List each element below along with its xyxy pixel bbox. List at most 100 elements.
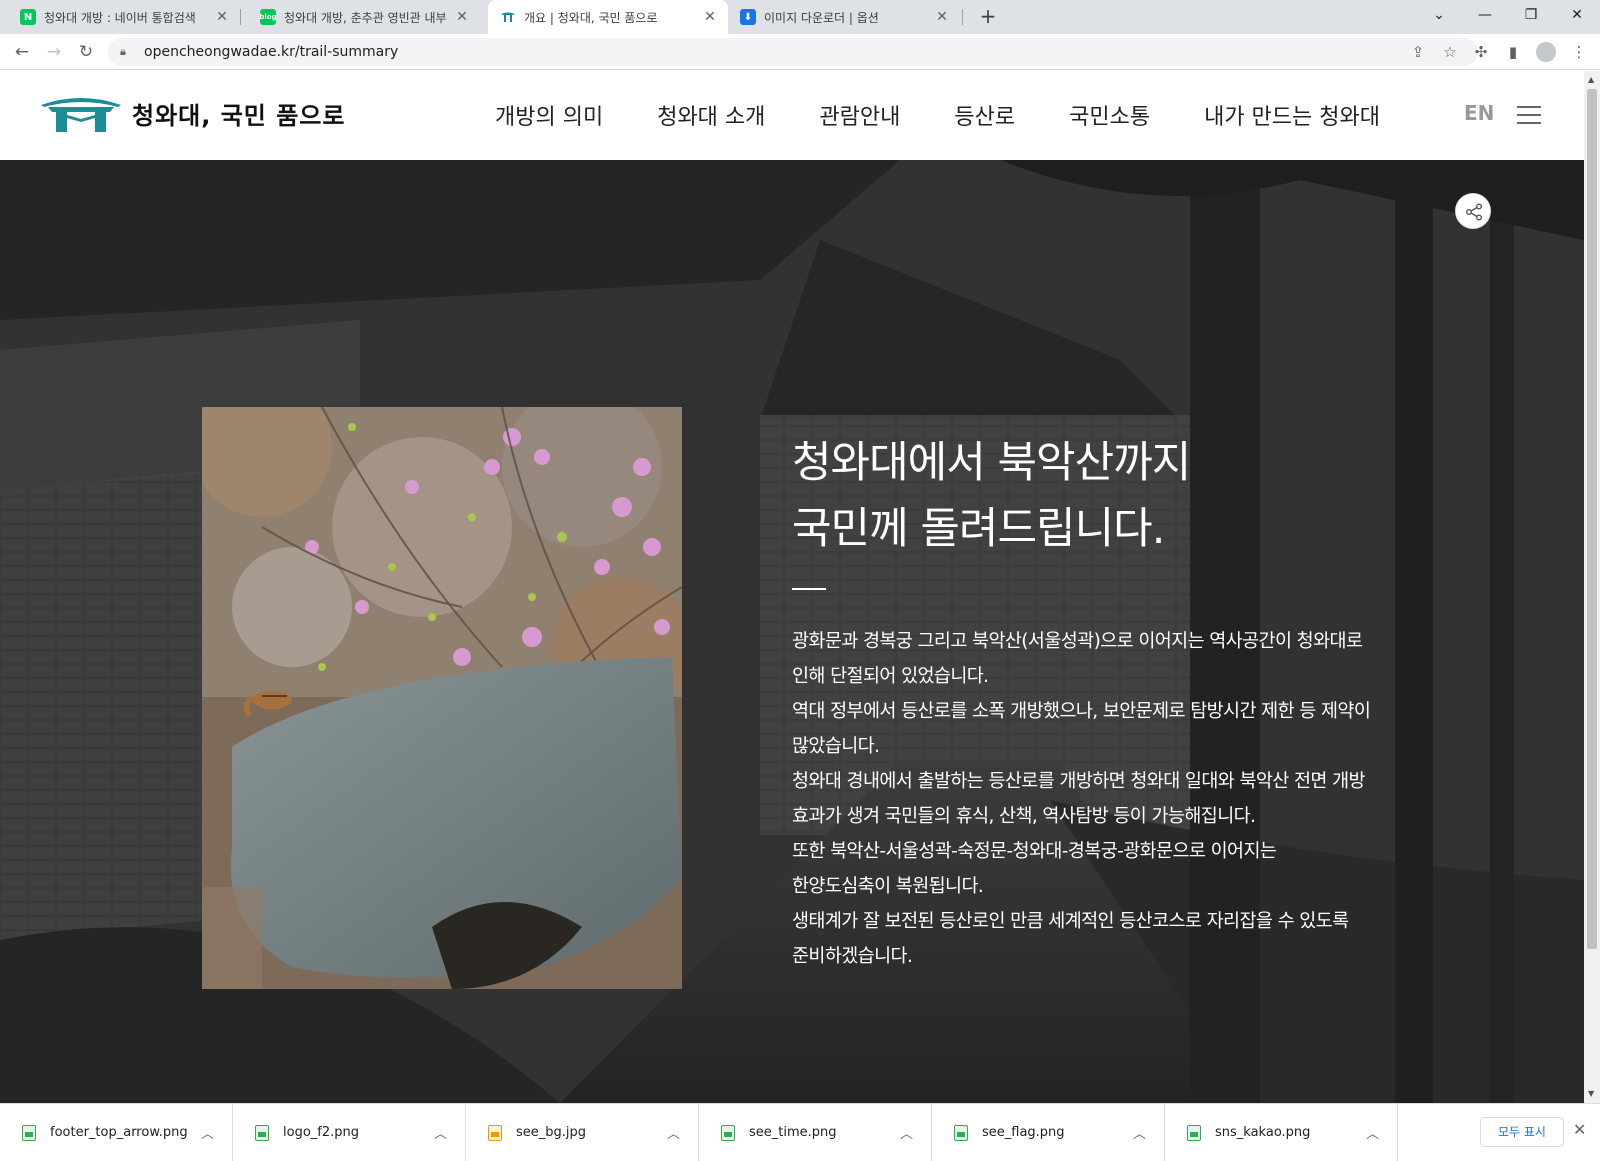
address-bar[interactable]: 🔒︎ opencheongwadae.kr/trail-summary ⇪ ☆ <box>108 38 1478 66</box>
hero-title: 청와대에서 북악산까지 국민께 돌려드립니다. <box>792 430 1392 562</box>
logo-text: 청와대, 국민 품으로 <box>132 101 346 130</box>
hero-text-line: 인해 단절되어 있었습니다. <box>792 666 989 687</box>
nav-item-trail[interactable]: 등산로 <box>954 99 1015 131</box>
download-icon: ⬇ <box>740 9 756 25</box>
hero-text-line: 한양도심축이 복원됩니다. <box>792 876 984 897</box>
download-item[interactable]: see_flag.png ︿ <box>932 1104 1165 1161</box>
browser-tab-strip: N 청와대 개방 : 네이버 통합검색 ✕ blog 청와대 개방, 춘추관 영… <box>0 0 1600 34</box>
share-page-icon[interactable]: ⇪ <box>1408 42 1428 62</box>
tab-naver-blog[interactable]: blog 청와대 개방, 춘추관 영빈관 내부 ✕ <box>248 0 480 34</box>
share-icon <box>1465 203 1483 221</box>
nav-item-my-cheongwadae[interactable]: 내가 만드는 청와대 <box>1204 99 1380 131</box>
hero-section: 청와대에서 북악산까지 국민께 돌려드립니다. 광화문과 경복궁 그리고 북악산… <box>0 160 1584 1103</box>
hero-description: 광화문과 경복궁 그리고 북악산(서울성곽)으로 이어지는 역사공간이 청와대로… <box>792 624 1392 974</box>
close-icon[interactable]: ✕ <box>454 9 470 25</box>
hamburger-menu-icon[interactable] <box>1517 106 1541 124</box>
download-item[interactable]: see_bg.jpg ︿ <box>466 1104 699 1161</box>
hero-copy: 청와대에서 북악산까지 국민께 돌려드립니다. 광화문과 경복궁 그리고 북악산… <box>792 430 1392 974</box>
download-item[interactable]: sns_kakao.png ︿ <box>1165 1104 1398 1161</box>
restore-button[interactable]: ❐ <box>1508 0 1554 30</box>
tab-search-chevron-icon[interactable]: ⌄ <box>1416 0 1462 30</box>
tab-image-downloader[interactable]: ⬇ 이미지 다운로더 | 옵션 ✕ <box>728 0 960 34</box>
chevron-up-icon[interactable]: ︿ <box>1366 1123 1379 1142</box>
hero-text-line: 광화문과 경복궁 그리고 북악산(서울성곽)으로 이어지는 역사공간이 청와대로 <box>792 631 1363 652</box>
hero-text-line: 역대 정부에서 등산로를 소폭 개방했으나, 보안문제로 탐방시간 제한 등 제… <box>792 701 1371 722</box>
chipmunk-on-rock-photo <box>202 407 682 989</box>
minimize-button[interactable]: — <box>1462 0 1508 30</box>
naver-blog-icon: blog <box>259 9 277 25</box>
chevron-up-icon[interactable]: ︿ <box>434 1123 447 1142</box>
nav-item-communication[interactable]: 국민소통 <box>1069 99 1150 131</box>
tab-title: 이미지 다운로더 | 옵션 <box>764 10 879 25</box>
close-icon[interactable]: ✕ <box>214 9 230 25</box>
cheongwadae-icon <box>500 9 516 25</box>
profile-avatar-icon[interactable] <box>1536 42 1556 62</box>
url-text[interactable]: opencheongwadae.kr/trail-summary <box>144 44 398 60</box>
main-navigation: 개방의 의미 청와대 소개 관람안내 등산로 국민소통 내가 만드는 청와대 <box>495 99 1434 131</box>
forward-arrow-icon[interactable]: → <box>42 40 66 64</box>
tab-separator <box>240 9 241 25</box>
close-icon[interactable]: ✕ <box>702 9 718 25</box>
lock-icon[interactable]: 🔒︎ <box>120 45 138 59</box>
hero-title-line-1: 청와대에서 북악산까지 <box>792 438 1191 488</box>
nav-item-visit-guide[interactable]: 관람안내 <box>819 99 900 131</box>
chevron-up-icon[interactable]: ︿ <box>667 1123 680 1142</box>
download-item[interactable]: see_time.png ︿ <box>699 1104 932 1161</box>
reload-icon[interactable]: ↻ <box>74 40 98 64</box>
nav-item-meaning[interactable]: 개방의 의미 <box>495 99 603 131</box>
share-button[interactable] <box>1455 193 1491 229</box>
download-filename: logo_f2.png <box>283 1125 359 1140</box>
download-filename: see_bg.jpg <box>516 1125 587 1140</box>
download-bar: footer_top_arrow.png ︿ logo_f2.png ︿ see… <box>0 1103 1600 1161</box>
tab-naver-search[interactable]: N 청와대 개방 : 네이버 통합검색 ✕ <box>8 0 240 34</box>
extensions-puzzle-icon[interactable]: ✣ <box>1470 41 1492 63</box>
nav-item-about[interactable]: 청와대 소개 <box>657 99 765 131</box>
cheongwadae-logo-icon <box>41 98 121 132</box>
png-file-icon <box>721 1124 735 1141</box>
close-icon[interactable]: ✕ <box>934 9 950 25</box>
chevron-up-icon[interactable]: ︿ <box>900 1123 913 1142</box>
download-filename: footer_top_arrow.png <box>50 1125 188 1140</box>
close-icon[interactable]: ✕ <box>1573 1120 1586 1139</box>
tab-cheongwadae-active[interactable]: 개요 | 청와대, 국민 품으로 ✕ <box>488 0 728 34</box>
bookmark-star-icon[interactable]: ☆ <box>1440 42 1460 62</box>
new-tab-button[interactable]: + <box>976 5 1000 29</box>
chevron-up-icon[interactable]: ︿ <box>201 1123 214 1142</box>
page-viewport: 청와대, 국민 품으로 개방의 의미 청와대 소개 관람안내 등산로 국민소통 … <box>0 71 1584 1103</box>
chevron-up-icon[interactable]: ︿ <box>1133 1123 1146 1142</box>
download-filename: see_flag.png <box>982 1125 1065 1140</box>
png-file-icon <box>1187 1124 1201 1141</box>
page-scrollbar[interactable]: ▲ ▼ <box>1584 71 1600 1103</box>
hero-text-line: 생태계가 잘 보전된 등산로인 만큼 세계적인 등산코스로 자리잡을 수 있도록 <box>792 911 1349 932</box>
jpg-file-icon <box>488 1124 502 1141</box>
hero-text-line: 준비하겠습니다. <box>792 946 913 967</box>
back-arrow-icon[interactable]: ← <box>10 40 34 64</box>
hero-title-line-2: 국민께 돌려드립니다. <box>792 504 1165 554</box>
hero-text-line: 청와대 경내에서 출발하는 등산로를 개방하면 청와대 일대와 북악산 전면 개… <box>792 771 1366 792</box>
scroll-up-arrow-icon[interactable]: ▲ <box>1588 75 1594 84</box>
tab-title: 청와대 개방 : 네이버 통합검색 <box>44 10 196 25</box>
show-all-downloads-button[interactable]: 모두 표시 <box>1480 1117 1564 1147</box>
hero-text-line: 효과가 생겨 국민들의 휴식, 산책, 역사탐방 등이 가능해집니다. <box>792 806 1256 827</box>
site-logo[interactable]: 청와대, 국민 품으로 <box>40 93 345 133</box>
more-menu-icon[interactable]: ⋮ <box>1568 41 1590 63</box>
side-panel-icon[interactable]: ▮ <box>1502 41 1524 63</box>
png-file-icon <box>22 1124 36 1141</box>
scrollbar-thumb[interactable] <box>1587 89 1597 949</box>
png-file-icon <box>255 1124 269 1141</box>
window-close-button[interactable]: ✕ <box>1554 0 1600 30</box>
hero-text-line: 많았습니다. <box>792 736 880 757</box>
hero-text-line: 또한 북악산-서울성곽-숙정문-청와대-경복궁-광화문으로 이어지는 <box>792 841 1277 862</box>
download-item[interactable]: logo_f2.png ︿ <box>233 1104 466 1161</box>
tab-title: 개요 | 청와대, 국민 품으로 <box>524 10 658 25</box>
language-toggle[interactable]: EN <box>1464 101 1494 125</box>
tab-title: 청와대 개방, 춘추관 영빈관 내부 <box>284 10 447 25</box>
tab-separator <box>962 9 963 25</box>
title-divider <box>792 588 826 590</box>
site-header: 청와대, 국민 품으로 개방의 의미 청와대 소개 관람안내 등산로 국민소통 … <box>0 71 1584 160</box>
browser-toolbar: ← → ↻ 🔒︎ opencheongwadae.kr/trail-summar… <box>0 34 1600 70</box>
png-file-icon <box>954 1124 968 1141</box>
download-item[interactable]: footer_top_arrow.png ︿ <box>0 1104 233 1161</box>
download-filename: see_time.png <box>749 1125 837 1140</box>
scroll-down-arrow-icon[interactable]: ▼ <box>1588 1089 1594 1098</box>
